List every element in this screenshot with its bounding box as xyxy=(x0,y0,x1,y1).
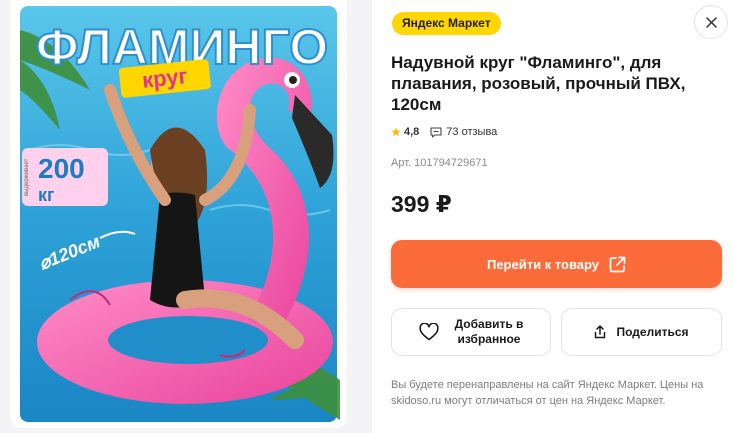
product-info-panel: Яндекс Маркет Надувной круг "Фламинго", … xyxy=(372,0,735,433)
share-icon xyxy=(595,325,606,339)
article-number: Арт. 101794729671 xyxy=(391,157,488,169)
product-image-panel: ФЛАМИНГО круг выдерживает 200 кг ⌀120см xyxy=(0,0,372,433)
close-button[interactable] xyxy=(694,5,728,39)
comment-icon xyxy=(430,126,442,138)
favorites-label-line2: избранное xyxy=(457,332,521,346)
product-title: Надувной круг "Фламинго", для плавания, … xyxy=(391,53,686,114)
image-capacity-unit: кг xyxy=(38,185,55,205)
favorites-label: Добавить в избранное xyxy=(455,317,524,347)
rating-value: 4,8 xyxy=(404,126,420,138)
heart-icon xyxy=(418,323,439,341)
image-capacity-caption: выдерживает xyxy=(24,158,30,196)
star-icon xyxy=(391,127,401,137)
marketplace-badge: Яндекс Маркет xyxy=(392,12,501,35)
close-icon xyxy=(705,16,717,28)
image-capacity-value: 200 xyxy=(38,153,85,184)
favorites-label-line1: Добавить в xyxy=(454,317,524,331)
share-label: Поделиться xyxy=(616,325,689,339)
reviews-count: 73 отзыва xyxy=(446,126,498,138)
go-to-product-label: Перейти к товару xyxy=(486,256,599,272)
external-link-icon xyxy=(609,256,626,272)
add-to-favorites-button[interactable]: Добавить в избранное xyxy=(391,308,551,356)
share-button[interactable]: Поделиться xyxy=(561,308,722,356)
go-to-product-button[interactable]: Перейти к товару xyxy=(391,240,722,288)
product-photo: ФЛАМИНГО круг выдерживает 200 кг ⌀120см xyxy=(20,6,340,422)
redirect-disclaimer: Вы будете перенаправлены на сайт Яндекс … xyxy=(391,379,704,407)
reviews-link[interactable]: 73 отзыва xyxy=(430,126,497,138)
product-rating: 4,8 73 отзыва xyxy=(391,125,497,139)
price: 399 ₽ xyxy=(391,191,452,217)
image-subhead: круг xyxy=(141,63,189,93)
product-image: ФЛАМИНГО круг выдерживает 200 кг ⌀120см xyxy=(10,0,347,428)
